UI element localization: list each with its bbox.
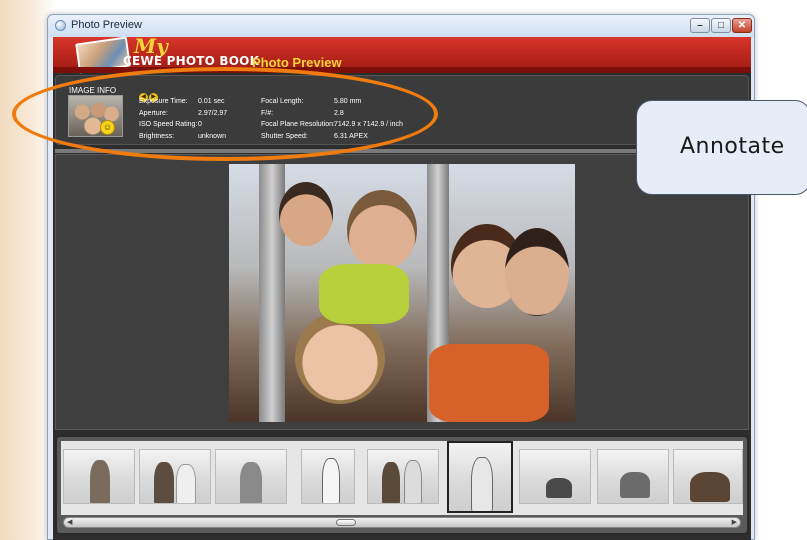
- filmstrip-thumbnail[interactable]: [63, 449, 135, 504]
- thumb-figure: [322, 458, 340, 503]
- thumb-figure: [176, 464, 196, 503]
- logo-text: CEWE PHOTO BOOK: [123, 54, 260, 68]
- filmstrip-thumbnail[interactable]: [215, 449, 287, 504]
- filmstrip-thumbnail-selected[interactable]: [447, 441, 513, 513]
- thumb-figure: [471, 457, 493, 511]
- thumb-figure: [382, 462, 400, 503]
- annotate-callout[interactable]: Annotate: [636, 100, 807, 195]
- filmstrip-scrollbar[interactable]: ◀ ▶: [63, 517, 741, 528]
- app-icon: [55, 20, 66, 31]
- minimize-button[interactable]: –: [690, 18, 710, 33]
- photo-face: [505, 228, 569, 316]
- filmstrip-thumbnail[interactable]: [367, 449, 439, 504]
- thumb-figure: [404, 460, 422, 503]
- filmstrip-thumbnail[interactable]: [597, 449, 669, 504]
- thumb-figure: [690, 472, 730, 502]
- filmstrip-thumbnail[interactable]: [673, 449, 743, 504]
- thumb-figure: [90, 460, 110, 503]
- filmstrip-thumbnail[interactable]: [139, 449, 211, 504]
- photo-jacket: [429, 344, 549, 422]
- photo-scarf: [319, 264, 409, 324]
- annotate-label: Annotate: [680, 134, 785, 159]
- scrollbar-thumb[interactable]: [336, 519, 356, 526]
- annotation-ellipse: [12, 67, 438, 161]
- preview-panel: [55, 154, 749, 430]
- thumb-figure: [546, 478, 572, 498]
- main-preview-photo[interactable]: [229, 164, 575, 422]
- maximize-button[interactable]: □: [711, 18, 731, 33]
- photo-face: [295, 312, 385, 404]
- window-title: Photo Preview: [71, 19, 142, 31]
- thumb-figure: [620, 472, 650, 498]
- photo-face: [279, 182, 333, 246]
- filmstrip: ◀ ▶: [55, 435, 749, 535]
- close-button[interactable]: ✕: [732, 18, 752, 33]
- app-header: My CEWE PHOTO BOOK Photo Preview: [53, 34, 751, 74]
- scroll-left-icon[interactable]: ◀: [67, 518, 72, 527]
- filmstrip-thumbnail[interactable]: [519, 449, 591, 504]
- filmstrip-track: [61, 441, 743, 515]
- maximize-icon: □: [717, 20, 725, 31]
- filmstrip-thumbnail[interactable]: [301, 449, 355, 504]
- thumb-figure: [154, 462, 174, 503]
- minimize-icon: –: [697, 20, 703, 31]
- close-icon: ✕: [737, 20, 747, 31]
- scroll-right-icon[interactable]: ▶: [732, 518, 737, 527]
- photo-face: [347, 190, 417, 270]
- thumb-figure: [240, 462, 262, 503]
